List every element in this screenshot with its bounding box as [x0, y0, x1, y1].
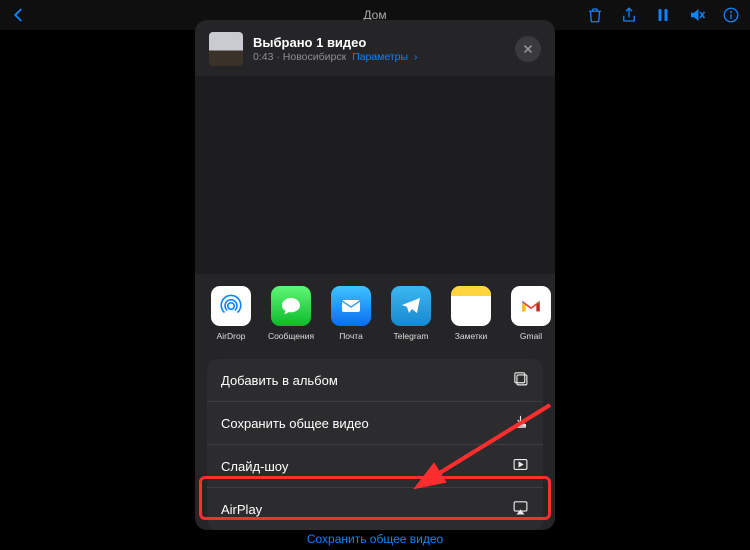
airdrop-icon: [211, 286, 251, 326]
app-mail[interactable]: Почта: [329, 286, 373, 341]
action-save-shared-video[interactable]: Сохранить общее видео: [207, 402, 543, 445]
mail-icon: [331, 286, 371, 326]
bottom-save-link[interactable]: Сохранить общее видео: [0, 532, 750, 546]
action-list: Добавить в альбом Сохранить общее видео …: [207, 359, 543, 530]
play-rect-icon: [512, 456, 529, 476]
telegram-icon: [391, 286, 431, 326]
mute-icon[interactable]: [688, 6, 706, 24]
action-add-to-album[interactable]: Добавить в альбом: [207, 359, 543, 402]
album-icon: [512, 370, 529, 390]
airplay-icon: [512, 499, 529, 519]
sheet-title: Выбрано 1 видео: [253, 35, 418, 50]
action-airplay[interactable]: AirPlay: [207, 488, 543, 530]
gmail-icon: [511, 286, 551, 326]
notes-icon: [451, 286, 491, 326]
share-apps-row[interactable]: AirDrop Сообщения Почта Telegram Заметки: [195, 274, 555, 349]
trash-icon[interactable]: [586, 6, 604, 24]
chevron-right-icon: ›: [414, 51, 418, 63]
pause-icon[interactable]: [654, 6, 672, 24]
back-icon[interactable]: [10, 6, 28, 24]
messages-icon: [271, 286, 311, 326]
options-link[interactable]: Параметры: [352, 51, 408, 63]
app-airdrop[interactable]: AirDrop: [209, 286, 253, 341]
app-notes[interactable]: Заметки: [449, 286, 493, 341]
sheet-body: [195, 76, 555, 274]
app-gmail[interactable]: Gmail: [509, 286, 553, 341]
video-thumbnail: [209, 32, 243, 66]
share-sheet: Выбрано 1 видео 0:43 · Новосибирск Парам…: [195, 20, 555, 530]
share-icon[interactable]: [620, 6, 638, 24]
action-slideshow[interactable]: Слайд-шоу: [207, 445, 543, 488]
close-button[interactable]: [515, 36, 541, 62]
sheet-subtitle: 0:43 · Новосибирск Параметры ›: [253, 51, 418, 63]
info-icon[interactable]: [722, 6, 740, 24]
app-messages[interactable]: Сообщения: [269, 286, 313, 341]
app-telegram[interactable]: Telegram: [389, 286, 433, 341]
download-icon: [512, 413, 529, 433]
sheet-header: Выбрано 1 видео 0:43 · Новосибирск Парам…: [195, 20, 555, 76]
